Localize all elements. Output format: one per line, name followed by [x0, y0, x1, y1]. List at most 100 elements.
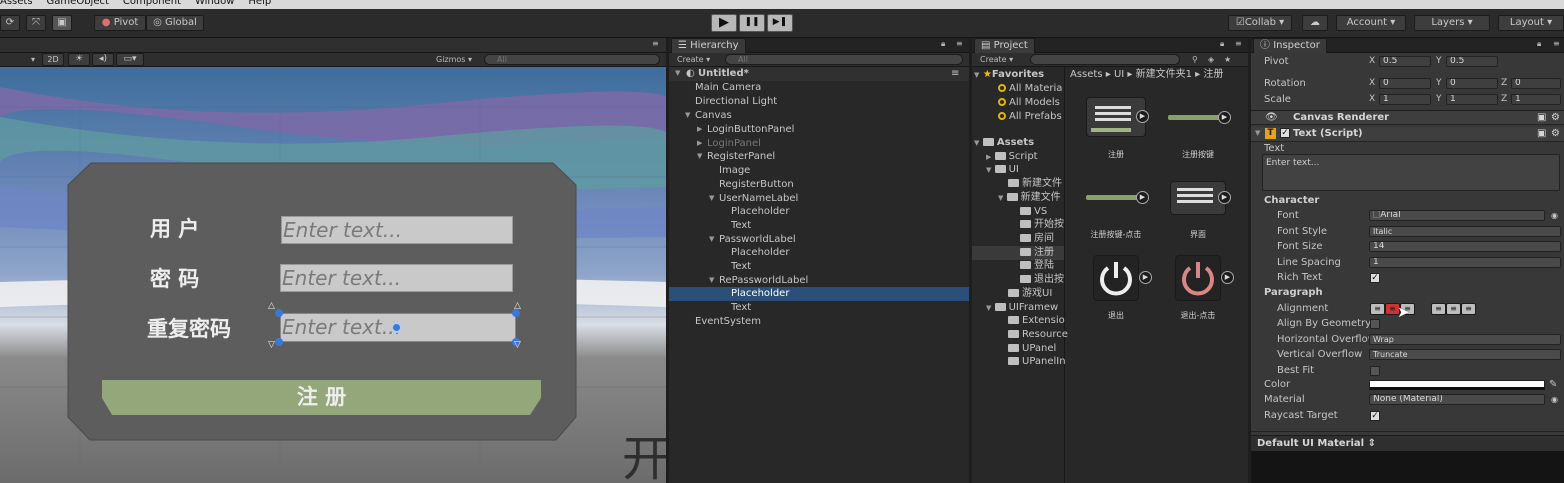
global-toggle[interactable]: ◎ Global: [146, 15, 204, 31]
play-icon[interactable]: ▶: [1218, 191, 1231, 204]
rect-tool-icon[interactable]: ▣: [52, 15, 72, 31]
expand-icon[interactable]: ▼: [974, 139, 979, 147]
gear-icon[interactable]: ⚙: [1551, 111, 1560, 124]
project-create-dropdown[interactable]: Create ▾: [980, 54, 1013, 66]
asset-item[interactable]: ▶ 退出: [1076, 255, 1156, 325]
pivot-y-field[interactable]: 0.5: [1446, 56, 1498, 67]
collapse-icon[interactable]: ▶: [697, 123, 702, 137]
favorites-header[interactable]: ▼ ★Favorites: [974, 68, 1044, 82]
font-field[interactable]: 🗋︎Arial: [1369, 210, 1545, 221]
play-icon[interactable]: ▶: [1221, 271, 1234, 284]
play-button[interactable]: ▶: [711, 14, 737, 32]
panel-menu-icon[interactable]: ≡: [1235, 38, 1242, 50]
asset-item[interactable]: ▶ 注册: [1076, 97, 1156, 167]
eyedropper-icon[interactable]: ✎: [1549, 377, 1557, 392]
pivot-toggle[interactable]: ● Pivot: [94, 15, 146, 31]
lighting-icon[interactable]: ☀: [68, 53, 90, 66]
folder-item[interactable]: UPanel: [1008, 342, 1056, 356]
panel-menu-icon[interactable]: ≡: [956, 38, 963, 50]
audio-icon[interactable]: ◂): [92, 53, 114, 66]
folder-item[interactable]: ▼ UIFramew: [986, 301, 1058, 315]
breadcrumb-item[interactable]: 新建文件夹1: [1136, 69, 1192, 80]
collapse-icon[interactable]: ▶: [986, 153, 991, 161]
filter-type-icon[interactable]: ⚲: [1192, 54, 1198, 66]
cloud-icon[interactable]: ☁: [1302, 15, 1328, 31]
list-item[interactable]: EventSystem: [669, 315, 969, 329]
list-item[interactable]: Placeholder: [669, 205, 969, 219]
text-content-textarea[interactable]: Enter text...: [1262, 154, 1560, 191]
list-item[interactable]: ▶ LoginPanel: [669, 137, 969, 151]
effects-icon[interactable]: ▭▾: [116, 53, 144, 66]
pivot-handle-icon[interactable]: [391, 322, 402, 333]
anchor-icon[interactable]: ▽: [514, 340, 521, 350]
assets-header[interactable]: ▼ Assets: [974, 136, 1034, 150]
rect-handle-bl-icon[interactable]: [275, 338, 283, 346]
align-bottom-icon[interactable]: ≡: [1461, 303, 1476, 315]
rich-text-checkbox[interactable]: ✓: [1370, 273, 1380, 283]
hierarchy-search-input[interactable]: All: [725, 54, 963, 65]
resize-handle-icon[interactable]: ⇕: [1368, 438, 1376, 449]
expand-icon[interactable]: ▼: [697, 150, 702, 164]
h-overflow-dropdown[interactable]: Wrap: [1369, 334, 1561, 345]
expand-icon[interactable]: ▼: [986, 304, 991, 312]
pause-button[interactable]: ❚❚: [739, 14, 765, 32]
scale-y-field[interactable]: 1: [1446, 94, 1498, 105]
favorite-item[interactable]: All Materia: [998, 82, 1062, 96]
text-script-header[interactable]: ▼ T ✓ Text (Script) ▣ ⚙: [1251, 127, 1564, 142]
object-picker-icon[interactable]: ◉: [1551, 392, 1558, 407]
scale-tool-icon[interactable]: ⤧: [26, 15, 46, 31]
align-geometry-checkbox[interactable]: [1370, 319, 1380, 329]
panel-menu-icon[interactable]: ≡: [652, 38, 659, 50]
folder-item[interactable]: ▼ UI: [986, 163, 1019, 177]
list-item[interactable]: ▼ UserNameLabel: [669, 192, 969, 206]
help-book-icon[interactable]: ▣: [1537, 111, 1546, 124]
asset-item[interactable]: ▶ 注册按键: [1158, 97, 1238, 167]
material-field[interactable]: None (Material): [1369, 394, 1545, 405]
folder-item[interactable]: 新建文件: [1008, 177, 1062, 191]
username-input[interactable]: Enter text...: [281, 216, 513, 244]
raycast-checkbox[interactable]: ✓: [1370, 411, 1380, 421]
expand-icon[interactable]: ▼: [1255, 127, 1260, 140]
scene-view[interactable]: 用 户 Enter text... 密 码 Enter text... 重复密码…: [0, 67, 666, 483]
list-item[interactable]: Directional Light: [669, 95, 969, 109]
folder-item[interactable]: ▶ Script: [986, 150, 1038, 164]
gear-icon[interactable]: ⚙: [1551, 127, 1560, 140]
pivot-x-field[interactable]: 0.5: [1379, 56, 1431, 67]
list-item[interactable]: ▼ Canvas: [669, 109, 969, 123]
v-overflow-dropdown[interactable]: Truncate: [1369, 349, 1561, 360]
folder-item[interactable]: VS: [1020, 205, 1047, 219]
asset-item[interactable]: ▶ 退出-点击: [1158, 255, 1238, 325]
asset-item[interactable]: ▶ 界面: [1158, 181, 1238, 251]
menu-assets[interactable]: Assets: [0, 0, 33, 7]
expand-icon[interactable]: ▼: [974, 71, 979, 79]
list-item[interactable]: Placeholder: [669, 246, 969, 260]
scene-search-input[interactable]: All: [484, 54, 660, 65]
folder-item[interactable]: 退出按: [1020, 273, 1064, 287]
expand-icon[interactable]: ▼: [709, 274, 714, 288]
list-item-selected[interactable]: Placeholder: [669, 287, 969, 301]
expand-icon[interactable]: ▼: [675, 67, 680, 81]
folder-item[interactable]: Extensio: [1008, 314, 1065, 328]
collapse-icon[interactable]: ▶: [697, 137, 702, 151]
rotation-y-field[interactable]: 0: [1446, 78, 1498, 89]
folder-item[interactable]: Resource: [1008, 328, 1068, 342]
align-left-icon[interactable]: ≡: [1370, 303, 1385, 315]
canvas-renderer-header[interactable]: 👁︎ Canvas Renderer ▣ ⚙: [1251, 110, 1564, 125]
panel-menu-icon[interactable]: ≡: [1553, 38, 1560, 50]
scene-menu-icon[interactable]: ≡: [951, 67, 959, 81]
list-item[interactable]: Text: [669, 260, 969, 274]
account-dropdown[interactable]: Account ▾: [1336, 15, 1406, 31]
rotation-z-field[interactable]: 0: [1511, 78, 1561, 89]
menu-component[interactable]: Component: [123, 0, 181, 7]
rect-handle-tl-icon[interactable]: [275, 309, 283, 317]
step-button[interactable]: ▶❚: [767, 14, 793, 32]
play-icon[interactable]: ▶: [1218, 111, 1231, 124]
list-item[interactable]: ▼ PassworldLabel: [669, 233, 969, 247]
rotate-tool-icon[interactable]: ⟳: [0, 15, 20, 31]
menu-help[interactable]: Help: [248, 0, 271, 7]
rotation-x-field[interactable]: 0: [1379, 78, 1431, 89]
align-middle-icon[interactable]: ≡: [1446, 303, 1461, 315]
list-item[interactable]: Image: [669, 164, 969, 178]
expand-icon[interactable]: ▼: [685, 109, 690, 123]
favorite-item[interactable]: All Prefabs: [998, 110, 1062, 124]
